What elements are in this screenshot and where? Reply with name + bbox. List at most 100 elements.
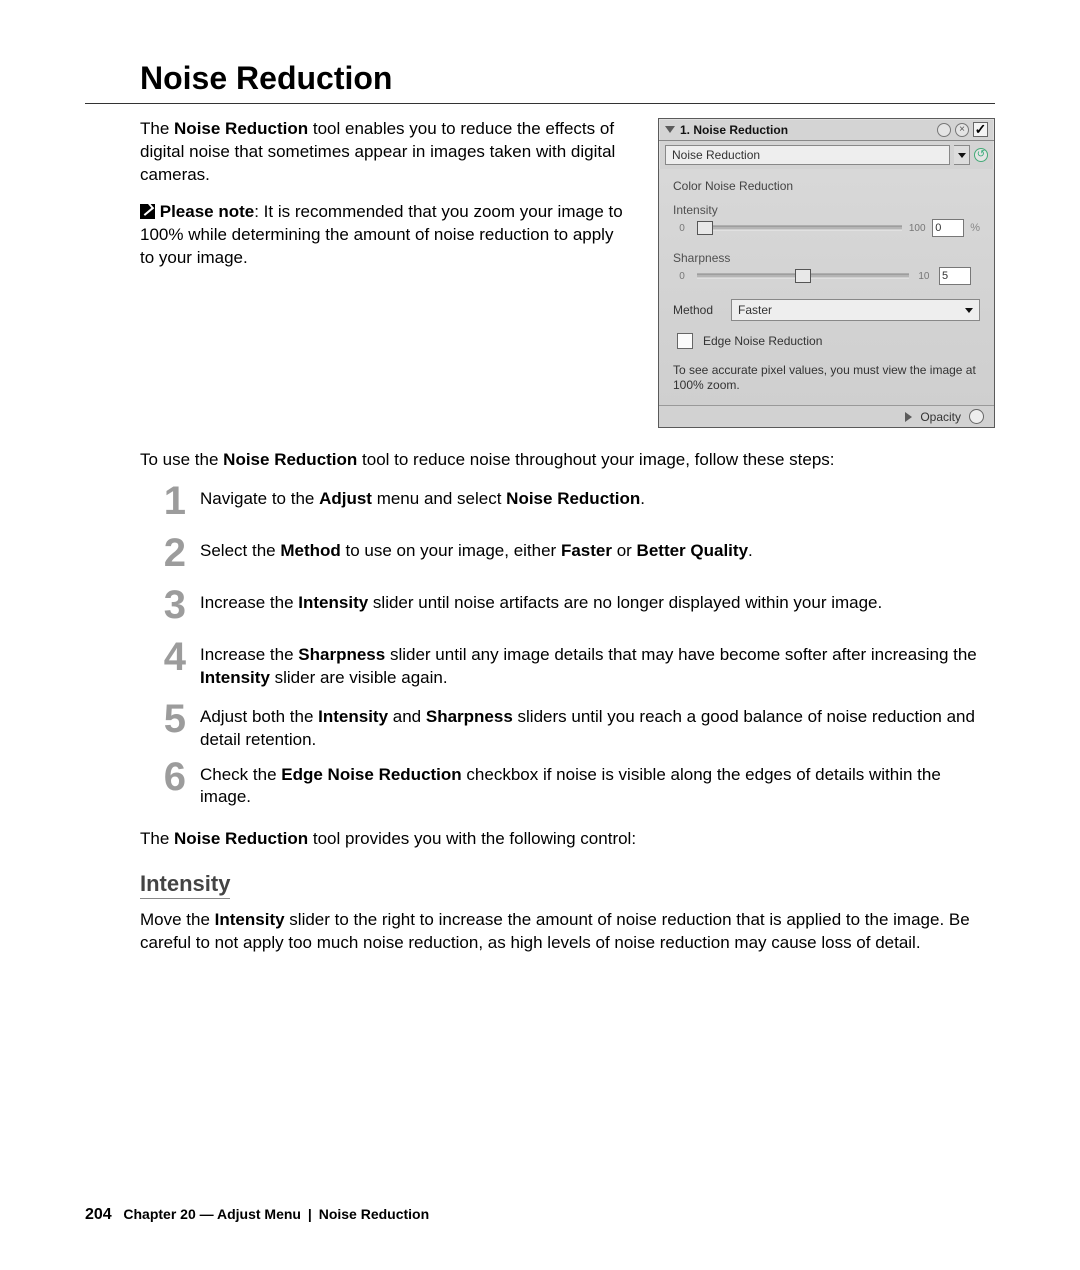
controls-lead: The Noise Reduction tool provides you wi… bbox=[140, 827, 995, 851]
steps-lead: To use the Noise Reduction tool to reduc… bbox=[140, 448, 995, 472]
text-fragment: To use the bbox=[140, 450, 223, 469]
text-fragment: and bbox=[388, 707, 426, 726]
edge-noise-row: Edge Noise Reduction bbox=[673, 333, 980, 349]
step-number: 4 bbox=[160, 642, 186, 672]
panel-hint-text: To see accurate pixel values, you must v… bbox=[673, 363, 980, 393]
intro-row: The Noise Reduction tool enables you to … bbox=[140, 118, 995, 428]
panel-footer: Opacity bbox=[659, 405, 994, 427]
text-fragment: tool provides you with the following con… bbox=[308, 829, 636, 848]
preset-dropdown-label: Noise Reduction bbox=[672, 148, 760, 162]
steps-list: 1 Navigate to the Adjust menu and select… bbox=[140, 486, 995, 810]
method-row: Method Faster bbox=[673, 299, 980, 321]
step-number: 3 bbox=[160, 590, 186, 620]
slider-knob[interactable] bbox=[795, 269, 811, 283]
text-fragment: slider until noise artifacts are no long… bbox=[368, 593, 882, 612]
note-label: Please note bbox=[160, 202, 255, 221]
slider-min: 0 bbox=[673, 271, 691, 282]
step-row-3: 3 Increase the Intensity slider until no… bbox=[140, 590, 995, 620]
preset-reset-icon[interactable]: ↺ bbox=[974, 148, 988, 162]
intro-text: The Noise Reduction tool enables you to … bbox=[140, 118, 630, 284]
opacity-label: Opacity bbox=[920, 410, 961, 424]
slider-max: 100 bbox=[908, 223, 926, 234]
intensity-description: Move the Intensity slider to the right t… bbox=[140, 909, 995, 955]
edge-noise-checkbox[interactable] bbox=[677, 333, 693, 349]
step-number: 2 bbox=[160, 538, 186, 568]
disclosure-down-icon[interactable] bbox=[665, 126, 675, 133]
slider-line bbox=[697, 226, 902, 231]
footer-separator: | bbox=[308, 1206, 312, 1222]
text-bold: Intensity bbox=[215, 910, 285, 929]
text-fragment: or bbox=[612, 541, 637, 560]
text-fragment: slider are visible again. bbox=[270, 668, 448, 687]
text-bold: Edge Noise Reduction bbox=[281, 765, 461, 784]
sharpness-value-field[interactable]: 5 bbox=[939, 267, 971, 285]
text-fragment: . bbox=[748, 541, 753, 560]
text-fragment: The bbox=[140, 119, 174, 138]
text-fragment: menu and select bbox=[372, 489, 506, 508]
text-fragment: The bbox=[140, 829, 174, 848]
slider-knob[interactable] bbox=[697, 221, 713, 235]
panel-reset-button[interactable] bbox=[937, 123, 951, 137]
page-footer: 204 Chapter 20 — Adjust Menu | Noise Red… bbox=[85, 1206, 429, 1224]
method-dropdown[interactable]: Faster bbox=[731, 299, 980, 321]
chevron-down-icon bbox=[958, 153, 966, 158]
disclosure-right-icon[interactable] bbox=[905, 412, 912, 422]
sharpness-slider-row: 0 10 5 bbox=[673, 267, 980, 285]
text-bold: Faster bbox=[561, 541, 612, 560]
text-bold: Noise Reduction bbox=[223, 450, 357, 469]
text-bold: Sharpness bbox=[298, 645, 385, 664]
step-number: 6 bbox=[160, 762, 186, 792]
intensity-slider[interactable] bbox=[697, 220, 902, 236]
text-bold: Noise Reduction bbox=[174, 829, 308, 848]
sharpness-slider[interactable] bbox=[697, 268, 909, 284]
sharpness-label: Sharpness bbox=[673, 251, 980, 265]
preset-dropdown-arrow[interactable] bbox=[954, 145, 970, 165]
panel-header: 1. Noise Reduction × ✓ bbox=[659, 119, 994, 141]
intensity-slider-row: 0 100 0 % bbox=[673, 219, 980, 237]
text-bold: Noise Reduction bbox=[174, 119, 308, 138]
text-bold: Better Quality bbox=[637, 541, 748, 560]
step-text: Select the Method to use on your image, … bbox=[200, 538, 995, 563]
text-fragment: Navigate to the bbox=[200, 489, 319, 508]
note-paragraph: Please note: It is recommended that you … bbox=[140, 201, 630, 270]
method-dropdown-value: Faster bbox=[738, 303, 772, 317]
text-fragment: Select the bbox=[200, 541, 280, 560]
text-fragment: Move the bbox=[140, 910, 215, 929]
document-page: Noise Reduction The Noise Reduction tool… bbox=[0, 0, 1080, 1270]
intensity-value-field[interactable]: 0 bbox=[932, 219, 964, 237]
intensity-unit: % bbox=[970, 222, 980, 234]
page-number: 204 bbox=[85, 1206, 112, 1223]
sharpness-unit bbox=[977, 270, 980, 282]
text-bold: Intensity bbox=[318, 707, 388, 726]
text-fragment: Increase the bbox=[200, 645, 298, 664]
opacity-toggle[interactable] bbox=[969, 409, 984, 424]
panel-close-button[interactable]: × bbox=[955, 123, 969, 137]
step-text: Check the Edge Noise Reduction checkbox … bbox=[200, 762, 995, 810]
edge-noise-label: Edge Noise Reduction bbox=[703, 334, 822, 348]
intensity-heading: Intensity bbox=[140, 871, 230, 899]
noise-reduction-panel: 1. Noise Reduction × ✓ Noise Reduction ↺ bbox=[658, 118, 995, 428]
step-row-2: 2 Select the Method to use on your image… bbox=[140, 538, 995, 568]
text-bold: Sharpness bbox=[426, 707, 513, 726]
step-row-5: 5 Adjust both the Intensity and Sharpnes… bbox=[140, 704, 995, 752]
text-fragment: tool to reduce noise throughout your ima… bbox=[357, 450, 834, 469]
sharpness-block: Sharpness 0 10 5 bbox=[673, 251, 980, 285]
step-text: Navigate to the Adjust menu and select N… bbox=[200, 486, 995, 511]
step-number: 5 bbox=[160, 704, 186, 734]
text-fragment: slider until any image details that may … bbox=[385, 645, 977, 664]
step-row-6: 6 Check the Edge Noise Reduction checkbo… bbox=[140, 762, 995, 810]
pencil-icon bbox=[140, 204, 155, 219]
content-area: The Noise Reduction tool enables you to … bbox=[140, 118, 995, 955]
title-rule bbox=[85, 103, 995, 104]
step-text: Adjust both the Intensity and Sharpness … bbox=[200, 704, 995, 752]
text-bold: Intensity bbox=[298, 593, 368, 612]
text-fragment: . bbox=[640, 489, 645, 508]
text-bold: Intensity bbox=[200, 668, 270, 687]
panel-enable-checkbox[interactable]: ✓ bbox=[973, 122, 988, 137]
step-number: 1 bbox=[160, 486, 186, 516]
text-fragment: Adjust both the bbox=[200, 707, 318, 726]
slider-min: 0 bbox=[673, 223, 691, 234]
text-fragment: Increase the bbox=[200, 593, 298, 612]
preset-dropdown[interactable]: Noise Reduction bbox=[665, 145, 950, 165]
intro-paragraph: The Noise Reduction tool enables you to … bbox=[140, 118, 630, 187]
